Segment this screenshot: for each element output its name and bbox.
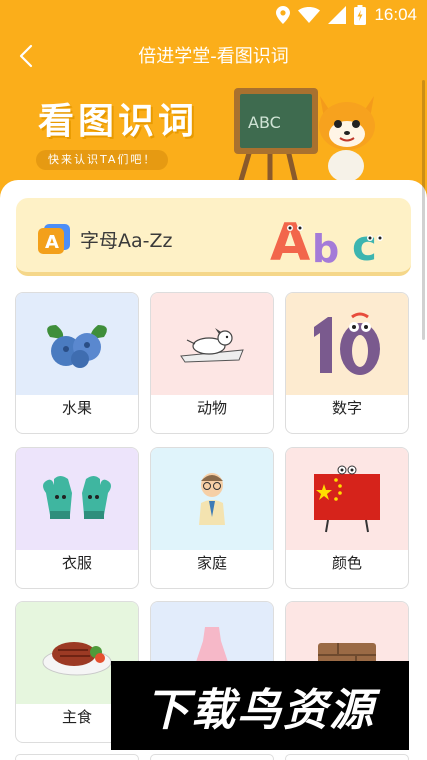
card-image — [286, 293, 408, 395]
category-card-animals[interactable]: 动物 — [150, 292, 274, 434]
card-image — [16, 448, 138, 550]
battery-icon — [354, 5, 367, 25]
steak-icon — [42, 642, 112, 676]
alphabet-letters-illustration: A b c — [270, 213, 383, 270]
wifi-icon — [298, 7, 321, 23]
grandpa-icon — [199, 473, 225, 525]
hero-subtitle: 快来认识TA们吧！ — [36, 150, 169, 170]
chalkboard-text: ABC — [248, 113, 281, 132]
card-image — [16, 293, 138, 395]
category-label: 家庭 — [196, 554, 227, 572]
chalkboard-fox-illustration: ABC — [234, 88, 375, 185]
category-card-numbers[interactable]: 数字 — [285, 292, 409, 434]
status-icons: 16:04 — [276, 4, 417, 26]
card-image — [151, 448, 273, 550]
alphabet-banner[interactable]: A 字母Aa-Zz A b c — [16, 198, 411, 276]
scrollbar[interactable] — [422, 80, 425, 340]
dog-icon — [180, 328, 244, 363]
location-icon — [276, 6, 291, 24]
category-label: 衣服 — [61, 554, 92, 572]
category-card-row4-2[interactable] — [150, 754, 274, 760]
watermark-text: 下载鸟资源 — [145, 684, 375, 736]
status-time: 16:04 — [374, 5, 417, 24]
category-label: 颜色 — [331, 554, 362, 572]
category-label: 水果 — [61, 399, 92, 417]
alphabet-badge-icon: A — [38, 224, 70, 254]
category-card-family[interactable]: 家庭 — [150, 447, 274, 589]
category-label: 动物 — [196, 399, 227, 417]
hero-banner: 看图识词 快来认识TA们吧！ ABC — [0, 80, 427, 190]
category-card-row4-1[interactable] — [15, 754, 139, 760]
alphabet-badge-letter: A — [45, 232, 59, 253]
art-letter-a: A — [270, 213, 310, 270]
art-letter-c: c — [352, 221, 377, 270]
hero-title: 看图识词 — [38, 101, 199, 142]
signal-icon — [328, 6, 347, 24]
title-bar: 倍进学堂-看图识词 — [0, 30, 427, 80]
category-card-colors[interactable]: 颜色 — [285, 447, 409, 589]
number-ten-icon — [314, 312, 380, 375]
china-flag-icon — [314, 465, 380, 533]
mittens-icon — [43, 476, 111, 519]
category-label: 数字 — [331, 399, 362, 417]
category-card-fruit[interactable]: 水果 — [15, 292, 139, 434]
status-bar: 16:04 — [0, 0, 427, 30]
blueberry-icon — [47, 325, 107, 368]
alphabet-label: 字母Aa-Zz — [80, 230, 173, 252]
category-card-row4-3[interactable] — [285, 754, 409, 760]
category-card-clothes[interactable]: 衣服 — [15, 447, 139, 589]
page-title: 倍进学堂-看图识词 — [138, 46, 289, 67]
card-image — [151, 293, 273, 395]
art-letter-b: b — [312, 227, 339, 270]
watermark: 下载鸟资源 — [111, 661, 409, 750]
card-image — [286, 448, 408, 550]
